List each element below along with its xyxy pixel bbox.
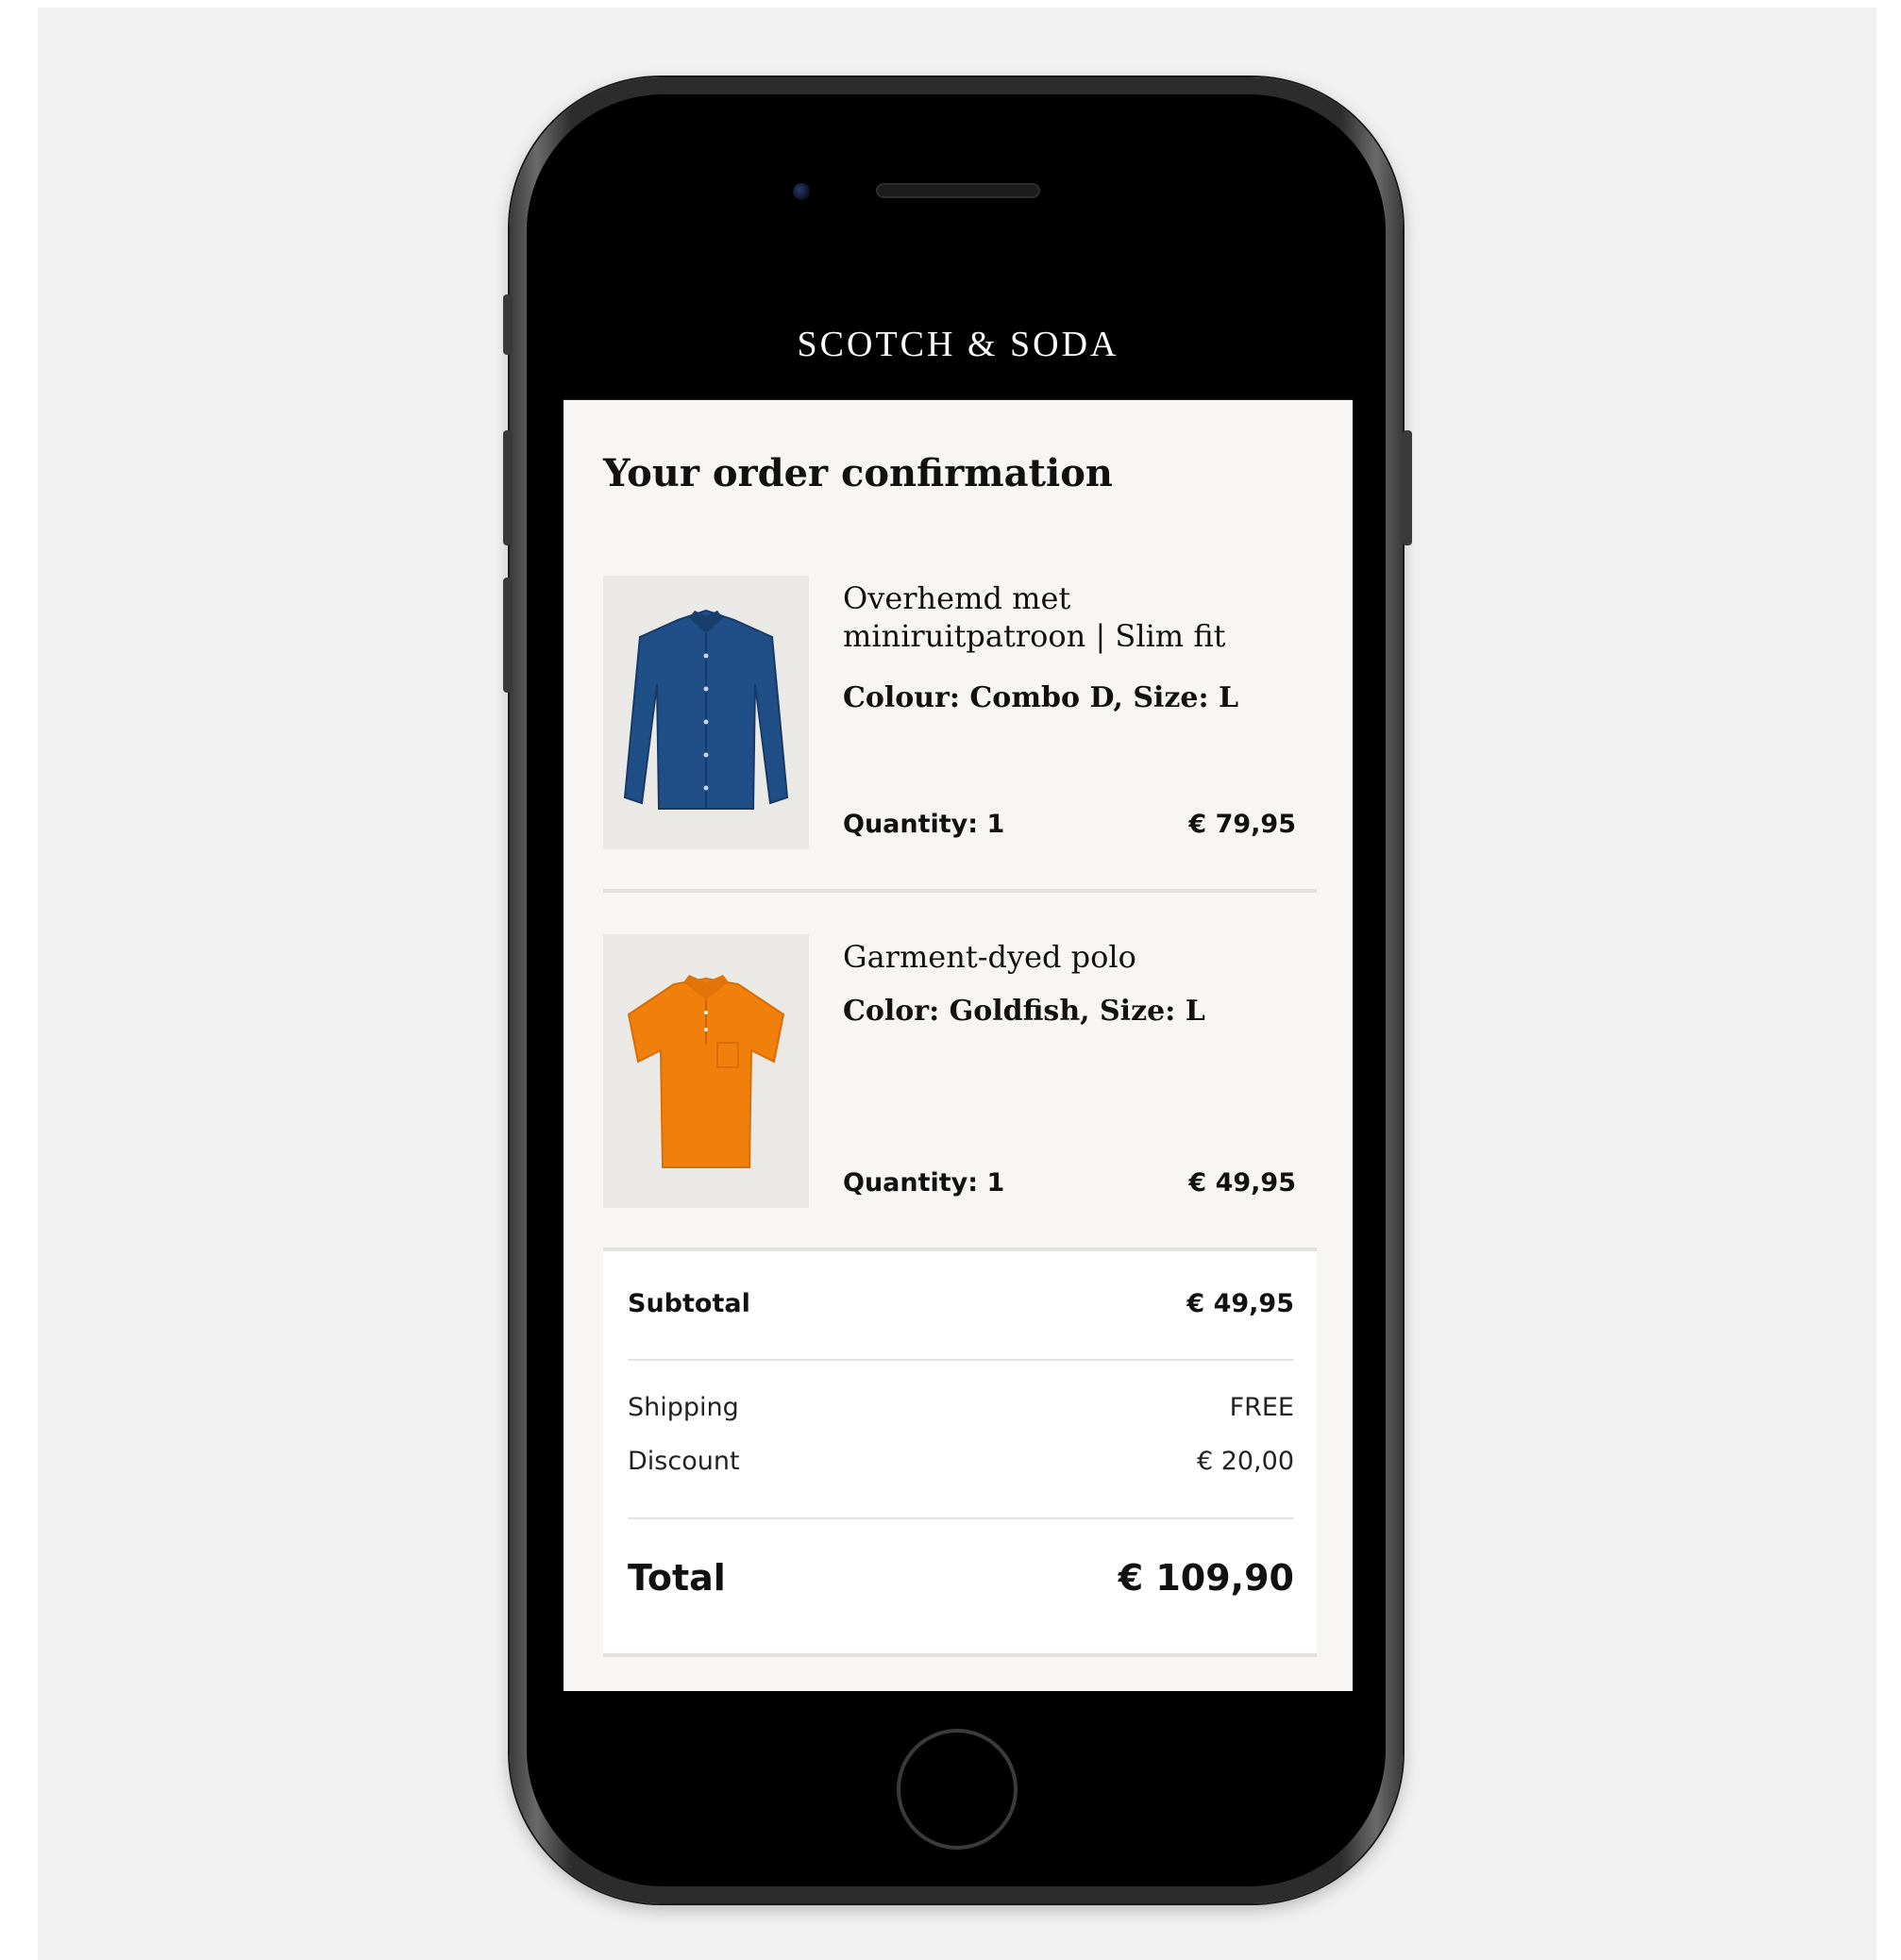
- order-summary: Subtotal € 49,95 Shipping FREE Discount …: [603, 1248, 1317, 1657]
- mute-switch: [503, 294, 513, 355]
- subtotal-label: Subtotal: [628, 1289, 750, 1318]
- total-value: € 109,90: [1118, 1557, 1294, 1599]
- product-name[interactable]: Garment-dyed polo: [843, 938, 1287, 976]
- shipping-label: Shipping: [628, 1393, 739, 1422]
- front-camera: [793, 183, 810, 200]
- discount-label: Discount: [628, 1447, 740, 1476]
- earpiece-speaker: [876, 183, 1040, 198]
- brand-header: SCOTCH & SODA: [564, 289, 1353, 400]
- polo-shirt-icon: [627, 975, 785, 1168]
- home-button[interactable]: [897, 1729, 1018, 1850]
- discount-value: € 20,00: [1196, 1447, 1294, 1476]
- product-image-polo[interactable]: [603, 934, 809, 1208]
- subtotal-row: Subtotal € 49,95: [628, 1289, 1294, 1318]
- summary-divider: [628, 1517, 1294, 1519]
- product-name[interactable]: Overhemd met miniruitpatroon | Slim fit: [843, 579, 1287, 655]
- product-price: € 79,95: [1188, 810, 1296, 839]
- shipping-value: FREE: [1229, 1393, 1294, 1422]
- product-price: € 49,95: [1188, 1168, 1296, 1198]
- discount-row: Discount € 20,00: [628, 1447, 1294, 1476]
- order-item: Overhemd met miniruitpatroon | Slim fit …: [603, 576, 1317, 849]
- item-divider: [603, 889, 1317, 893]
- total-label: Total: [628, 1557, 726, 1599]
- product-variant: Colour: Combo D, Size: L: [843, 681, 1239, 714]
- product-image-shirt[interactable]: [603, 576, 809, 849]
- summary-divider: [628, 1359, 1294, 1361]
- product-quantity: Quantity: 1: [843, 810, 1005, 839]
- product-variant: Color: Goldfish, Size: L: [843, 995, 1205, 1028]
- order-item: Garment-dyed polo Color: Goldfish, Size:…: [603, 934, 1317, 1208]
- phone-screen: SCOTCH & SODA Your order confirmation Ov…: [564, 289, 1353, 1691]
- brand-logo[interactable]: SCOTCH & SODA: [798, 324, 1119, 365]
- total-row: Total € 109,90: [628, 1557, 1294, 1599]
- volume-down-button: [503, 578, 513, 693]
- volume-up-button: [503, 430, 513, 545]
- shipping-row: Shipping FREE: [628, 1393, 1294, 1422]
- product-quantity: Quantity: 1: [843, 1168, 1005, 1198]
- subtotal-value: € 49,95: [1186, 1289, 1294, 1318]
- shirt-icon: [623, 609, 789, 810]
- power-button: [1403, 430, 1412, 545]
- page-title: Your order confirmation: [603, 451, 1113, 495]
